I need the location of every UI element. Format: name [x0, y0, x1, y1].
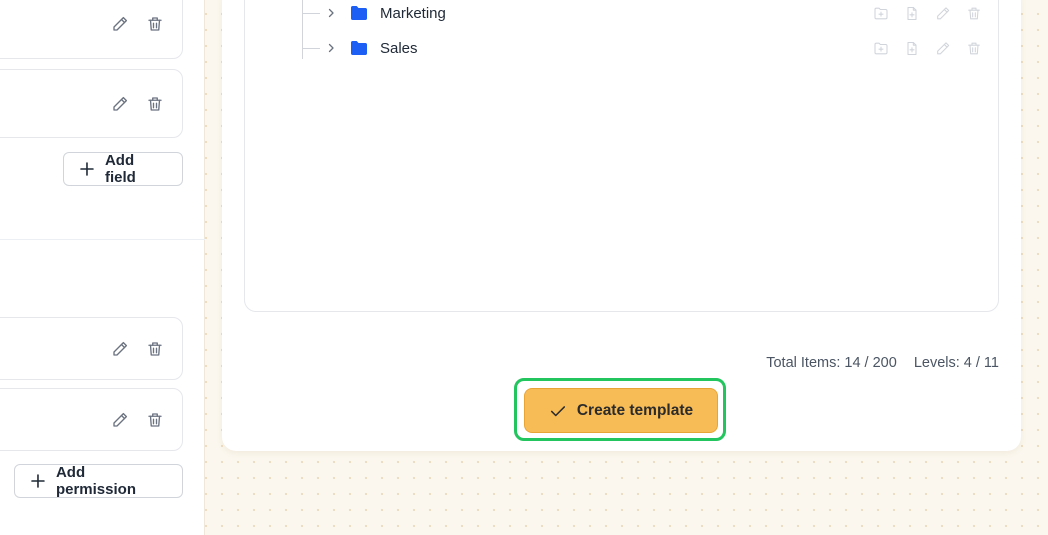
pencil-icon[interactable]	[934, 5, 951, 22]
file-add-icon[interactable]	[903, 5, 920, 22]
chevron-right-icon[interactable]	[324, 41, 338, 55]
tree-item-label: Marketing	[380, 4, 446, 22]
trash-icon[interactable]	[146, 95, 164, 113]
folder-tree: Marketing Sales	[244, 0, 999, 312]
add-field-button[interactable]: Add field	[63, 152, 183, 186]
file-add-icon[interactable]	[903, 40, 920, 57]
permission-card	[0, 317, 183, 380]
trash-icon[interactable]	[146, 15, 164, 33]
add-permission-label: Add permission	[55, 464, 136, 498]
trash-icon[interactable]	[146, 340, 164, 358]
plus-icon	[31, 474, 45, 488]
tree-item-label: Sales	[380, 39, 418, 57]
tree-stats: Total Items: 14 / 200 Levels: 4 / 11	[766, 355, 999, 371]
add-permission-button[interactable]: Add permission	[14, 464, 183, 498]
pencil-icon[interactable]	[111, 95, 129, 113]
field-card	[0, 69, 183, 138]
trash-icon[interactable]	[146, 411, 164, 429]
left-panel: Add field Add permission	[0, 0, 205, 535]
template-builder-card: Marketing Sales Total Items: 14 / 200 Le…	[222, 0, 1021, 451]
folder-add-icon[interactable]	[872, 40, 889, 57]
folder-icon	[350, 5, 368, 21]
chevron-right-icon[interactable]	[324, 6, 338, 20]
tree-item-marketing[interactable]: Marketing	[302, 2, 982, 24]
permission-card	[0, 388, 183, 451]
levels-count: Levels: 4 / 11	[913, 355, 999, 371]
folder-icon	[350, 40, 368, 56]
create-template-button[interactable]: Create template	[524, 388, 718, 433]
folder-add-icon[interactable]	[872, 5, 889, 22]
pencil-icon[interactable]	[111, 411, 129, 429]
check-icon	[550, 405, 565, 416]
pencil-icon[interactable]	[111, 340, 129, 358]
total-items-count: Total Items: 14 / 200	[766, 355, 897, 371]
pencil-icon[interactable]	[111, 15, 129, 33]
add-field-label: Add field	[104, 152, 136, 186]
tree-connector	[302, 12, 320, 14]
section-divider	[0, 239, 205, 240]
pencil-icon[interactable]	[934, 40, 951, 57]
create-template-label: Create template	[576, 401, 694, 419]
trash-icon[interactable]	[965, 5, 982, 22]
plus-icon	[80, 162, 94, 176]
tree-connector	[302, 47, 320, 49]
tree-item-sales[interactable]: Sales	[302, 37, 982, 59]
trash-icon[interactable]	[965, 40, 982, 57]
field-card	[0, 0, 183, 59]
